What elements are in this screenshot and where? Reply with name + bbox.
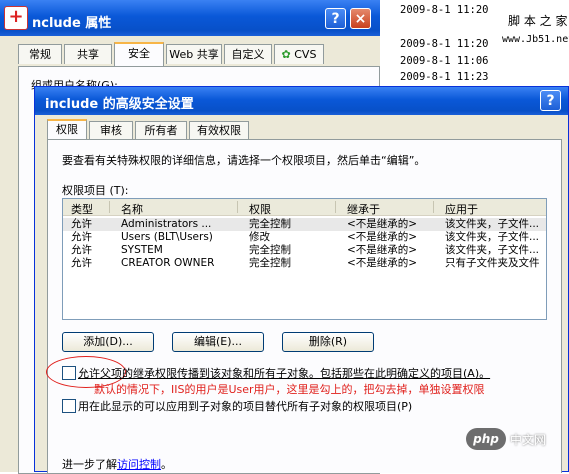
file-date-2: 2009-8-1 11:20 — [400, 38, 489, 50]
add-button[interactable]: 添加(D)... — [62, 332, 154, 352]
cell-type: 允许 — [71, 218, 92, 230]
tab-general[interactable]: 常规 — [18, 44, 62, 64]
cell-inherited-from: <不是继承的> — [347, 231, 418, 243]
file-date-1: 2009-8-1 11:20 — [400, 4, 489, 16]
php-logo-badge: php — [466, 428, 506, 450]
cell-permission: 完全控制 — [249, 257, 291, 269]
cell-name: Administrators ... — [121, 218, 212, 230]
column-header-permission[interactable]: 权限 — [249, 201, 271, 216]
tab-custom[interactable]: 自定义 — [224, 44, 272, 64]
cell-name: CREATOR OWNER — [121, 257, 215, 269]
site-watermark-url: www.Jb51.net — [502, 34, 569, 45]
permissions-panel: 要查看有关特殊权限的详细信息，请选择一个权限项目，然后单击“编辑”。 权限项目 … — [46, 139, 562, 473]
inherit-permissions-label[interactable]: 允许父项的继承权限传播到该对象和所有子对象。包括那些在此明确定义的项目(A)。 — [78, 365, 558, 381]
column-header-type[interactable]: 类型 — [71, 201, 93, 216]
dialog-help-button[interactable]: ? — [540, 90, 561, 111]
cell-name: Users (BLT\Users) — [121, 231, 213, 243]
table-row[interactable]: 允许 CREATOR OWNER 完全控制 <不是继承的> 只有子文件夹及文件 — [63, 257, 546, 270]
cell-inherited-from: <不是继承的> — [347, 257, 418, 269]
php-watermark-text: 中文网 — [510, 433, 547, 447]
remove-button[interactable]: 删除(R) — [282, 332, 374, 352]
replace-child-permissions-checkbox[interactable] — [62, 399, 76, 413]
advanced-security-dialog: include 的高级安全设置 ? 权限 审核 所有者 有效权限 要查看有关特殊… — [34, 86, 569, 473]
replace-child-permissions-label[interactable]: 用在此显示的可以应用到子对象的项目替代所有子对象的权限项目(P) — [78, 398, 412, 414]
cell-apply-to: 只有子文件夹及文件 — [445, 257, 540, 269]
column-header-inherited-from[interactable]: 继承于 — [347, 201, 380, 216]
cell-apply-to: 该文件夹，子文件... — [445, 244, 540, 256]
properties-help-button[interactable]: ? — [325, 8, 346, 29]
tab-permissions[interactable]: 权限 — [47, 119, 87, 141]
edit-button[interactable]: 编辑(E)... — [172, 332, 264, 352]
tab-auditing[interactable]: 审核 — [89, 121, 133, 139]
table-row[interactable]: 允许 SYSTEM 完全控制 <不是继承的> 该文件夹，子文件... — [63, 244, 546, 257]
table-row[interactable]: 允许 Administrators ... 完全控制 <不是继承的> 该文件夹，… — [63, 218, 546, 231]
file-date-4: 2009-8-1 11:23 — [400, 71, 489, 83]
tab-effective-permissions[interactable]: 有效权限 — [189, 121, 249, 139]
column-header-name[interactable]: 名称 — [121, 201, 143, 216]
table-row[interactable]: 允许 Users (BLT\Users) 修改 <不是继承的> 该文件夹，子文件… — [63, 231, 546, 244]
learn-more-prefix: 进一步了解 — [62, 458, 117, 471]
properties-close-button[interactable]: × — [350, 8, 371, 29]
properties-titlebar: + nclude 属性 ? × — [0, 0, 380, 36]
cell-type: 允许 — [71, 231, 92, 243]
properties-title: nclude 属性 — [32, 16, 112, 31]
permissions-description: 要查看有关特殊权限的详细信息，请选择一个权限项目，然后单击“编辑”。 — [62, 154, 426, 167]
dialog-titlebar: include 的高级安全设置 ? — [35, 87, 568, 115]
cell-name: SYSTEM — [121, 244, 163, 256]
cell-apply-to: 该文件夹，子文件... — [445, 218, 540, 230]
learn-more-suffix: 。 — [161, 458, 172, 471]
cell-type: 允许 — [71, 257, 92, 269]
tab-sharing[interactable]: 共享 — [64, 44, 112, 64]
dialog-title: include 的高级安全设置 — [45, 97, 194, 112]
access-control-link[interactable]: 访问控制 — [117, 458, 161, 471]
file-date-3: 2009-8-1 11:06 — [400, 55, 489, 67]
inherit-permissions-checkbox[interactable] — [62, 366, 76, 380]
cell-permission: 修改 — [249, 231, 270, 243]
tab-owner[interactable]: 所有者 — [135, 121, 187, 139]
cell-permission: 完全控制 — [249, 244, 291, 256]
site-watermark-name: 脚 本 之 家 — [508, 14, 568, 28]
cvs-turtle-icon: ✿ — [281, 48, 291, 61]
tab-cvs-label: CVS — [294, 48, 317, 61]
learn-more-text: 进一步了解访问控制。 — [62, 456, 172, 472]
cell-type: 允许 — [71, 244, 92, 256]
tab-web-sharing[interactable]: Web 共享 — [166, 44, 222, 64]
cell-apply-to: 该文件夹，子文件... — [445, 231, 540, 243]
app-plus-icon: + — [4, 6, 28, 30]
tab-cvs[interactable]: ✿ CVS — [274, 44, 324, 64]
permission-entries-label: 权限项目 (T): — [62, 184, 129, 197]
cell-inherited-from: <不是继承的> — [347, 244, 418, 256]
php-cn-watermark: php 中文网 — [466, 428, 566, 450]
permission-entries-table[interactable]: 类型 名称 权限 继承于 应用于 允许 Administrators ... 完… — [62, 198, 547, 320]
cell-permission: 完全控制 — [249, 218, 291, 230]
column-header-apply-to[interactable]: 应用于 — [445, 201, 478, 216]
cell-inherited-from: <不是继承的> — [347, 218, 418, 230]
annotation-note: 默认的情况下，IIS的用户是User用户，这里是勾上的，把勾去掉，单独设置权限 — [94, 383, 485, 396]
tab-security[interactable]: 安全 — [114, 42, 164, 66]
